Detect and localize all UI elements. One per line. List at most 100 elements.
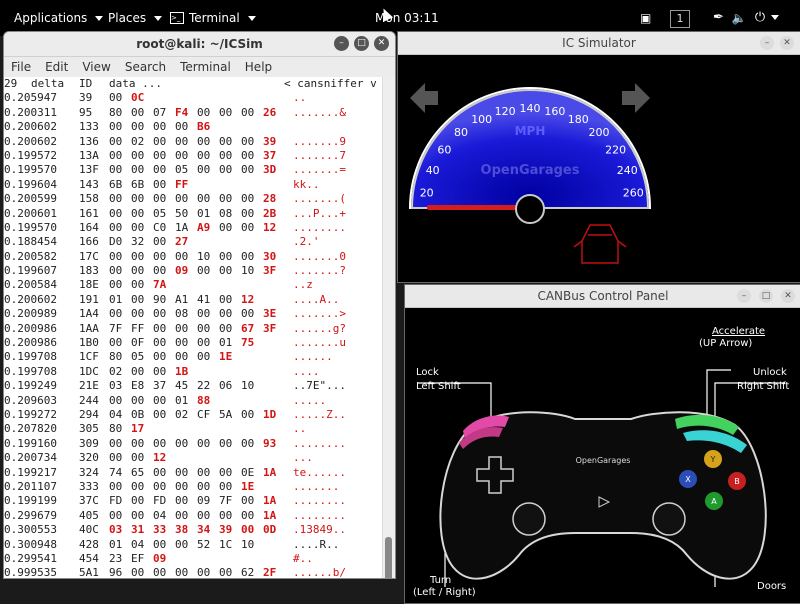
can-id: 320 (79, 451, 99, 465)
maximize-button[interactable]: □ (354, 36, 369, 51)
data-byte: 00 (109, 192, 123, 206)
terminal-app-menu[interactable]: >_ Terminal (170, 11, 256, 25)
data-byte: 6B (131, 177, 145, 191)
data-byte: 96 (109, 566, 123, 579)
pad-brand: OpenGarages (576, 456, 631, 465)
data-byte: 12 (153, 451, 167, 465)
data-byte: 00 (131, 364, 145, 378)
menu-view[interactable]: View (82, 60, 110, 74)
workspace-indicator[interactable]: 1 (670, 10, 690, 28)
close-button[interactable]: ✕ (781, 289, 795, 303)
ascii-view: ......g? (293, 321, 346, 335)
data-byte: 00 (153, 364, 167, 378)
data-byte: 37 (263, 148, 277, 162)
data-byte: 00 (153, 321, 167, 335)
applications-menu[interactable]: Applications (14, 11, 104, 25)
delta-time: 0.199272 (4, 407, 57, 421)
data-byte: 00 (153, 393, 167, 407)
data-byte: 00 (241, 508, 255, 522)
data-byte: F4 (175, 105, 189, 119)
sniffer-header: 29 delta ID data ... < cansniffer v (4, 77, 377, 90)
data-byte: 00 (153, 537, 167, 551)
data-byte: A9 (197, 220, 211, 234)
ascii-view: ........ (293, 494, 346, 508)
data-byte: 00 (131, 508, 145, 522)
data-byte: 00 (197, 465, 211, 479)
delta-time: 0.200734 (4, 451, 57, 465)
minimize-button[interactable]: – (760, 36, 774, 50)
screen-recorder-icon[interactable]: ▣ (640, 11, 651, 25)
data-byte: 00 (197, 134, 211, 148)
data-byte: 30 (263, 249, 277, 263)
minimize-button[interactable]: – (737, 289, 751, 303)
data-byte: 00 (153, 148, 167, 162)
system-tray[interactable]: ✒ 🔈 ⏻ (713, 10, 780, 25)
can-id: 428 (79, 537, 99, 551)
delta-time: 0.200582 (4, 249, 57, 263)
places-menu[interactable]: Places (108, 11, 163, 25)
data-byte: D0 (109, 235, 123, 249)
left-thumbstick[interactable] (512, 502, 546, 536)
sniffer-row: 0.199249 21E 03 E8 37 45 22 06 10 ..7E"... (4, 379, 383, 393)
menu-file[interactable]: File (11, 60, 31, 74)
data-byte: 00 (109, 393, 123, 407)
can-id: 405 (79, 508, 99, 522)
data-byte: 31 (131, 523, 145, 537)
data-byte: 00 (197, 566, 211, 579)
data-byte: 00 (219, 134, 233, 148)
data-byte: 09 (153, 551, 167, 565)
sniffer-row: 0.299541 454 23 EF 09 #.. (4, 552, 383, 566)
can-id: 39 (79, 91, 93, 105)
data-byte: 1A (263, 508, 277, 522)
data-bytes: 6B 6B 00 FF (109, 178, 293, 192)
data-byte: 62 (241, 566, 255, 579)
terminal-scrollbar[interactable] (382, 77, 395, 578)
right-thumbstick[interactable] (652, 502, 686, 536)
data-byte: 00 (241, 307, 255, 321)
data-byte: 3E (263, 307, 277, 321)
data-bytes: 00 00 C0 1A A9 00 00 12 (109, 221, 293, 235)
speed-tick-label: 160 (544, 105, 565, 118)
data-byte: A1 (175, 292, 189, 306)
x-label: X (685, 475, 691, 484)
scroll-thumb[interactable] (385, 537, 392, 578)
maximize-button[interactable]: □ (759, 289, 773, 303)
data-byte: 00 (219, 192, 233, 206)
data-bytes: 96 00 00 00 00 00 62 2F (109, 566, 293, 579)
delta-time: 0.199249 (4, 379, 57, 393)
data-bytes: 00 00 00 05 00 00 00 3D (109, 163, 293, 177)
menu-help[interactable]: Help (245, 60, 272, 74)
data-byte: 00 (175, 508, 189, 522)
can-id: 454 (79, 551, 99, 565)
can-id: 244 (79, 393, 99, 407)
data-byte: 00 (109, 134, 123, 148)
delta-time: 0.199570 (4, 163, 57, 177)
data-byte: 1A (175, 220, 189, 234)
delta-time: 0.199607 (4, 264, 57, 278)
can-id: 333 (79, 479, 99, 493)
speed-tick-label: 100 (471, 113, 492, 126)
data-byte: 05 (175, 163, 189, 177)
ascii-view: ....A.. (293, 292, 340, 306)
data-byte: 00 (197, 192, 211, 206)
minimize-button[interactable]: – (334, 36, 349, 51)
data-byte: 00 (131, 566, 145, 579)
data-byte: 00 (131, 192, 145, 206)
menu-terminal[interactable]: Terminal (180, 60, 231, 74)
close-button[interactable]: ✕ (780, 36, 794, 50)
data-bytes: 00 00 00 00 00 00 00 37 (109, 149, 293, 163)
data-byte: 65 (131, 465, 145, 479)
data-byte: 00 (153, 566, 167, 579)
data-byte: E8 (131, 379, 145, 393)
sniffer-row: 0.199272 294 04 0B 00 02 CF 5A 00 1D .....Z.. (4, 408, 383, 422)
menu-edit[interactable]: Edit (45, 60, 68, 74)
sniffer-row: 0.199708 1DC 02 00 00 1B.... (4, 365, 383, 379)
terminal-output[interactable]: 29 delta ID data ... < cansniffer v 0.205947… (4, 77, 383, 578)
close-button[interactable]: ✕ (374, 36, 389, 51)
data-byte: 00 (175, 494, 189, 508)
delta-time: 0.299541 (4, 551, 57, 565)
speed-tick-label: 80 (454, 126, 468, 139)
menu-search[interactable]: Search (125, 60, 166, 74)
sniffer-row: 0.200582 17C 00 00 00 00 10 00 00 30 .......0 (4, 250, 383, 264)
data-byte: 93 (263, 436, 277, 450)
